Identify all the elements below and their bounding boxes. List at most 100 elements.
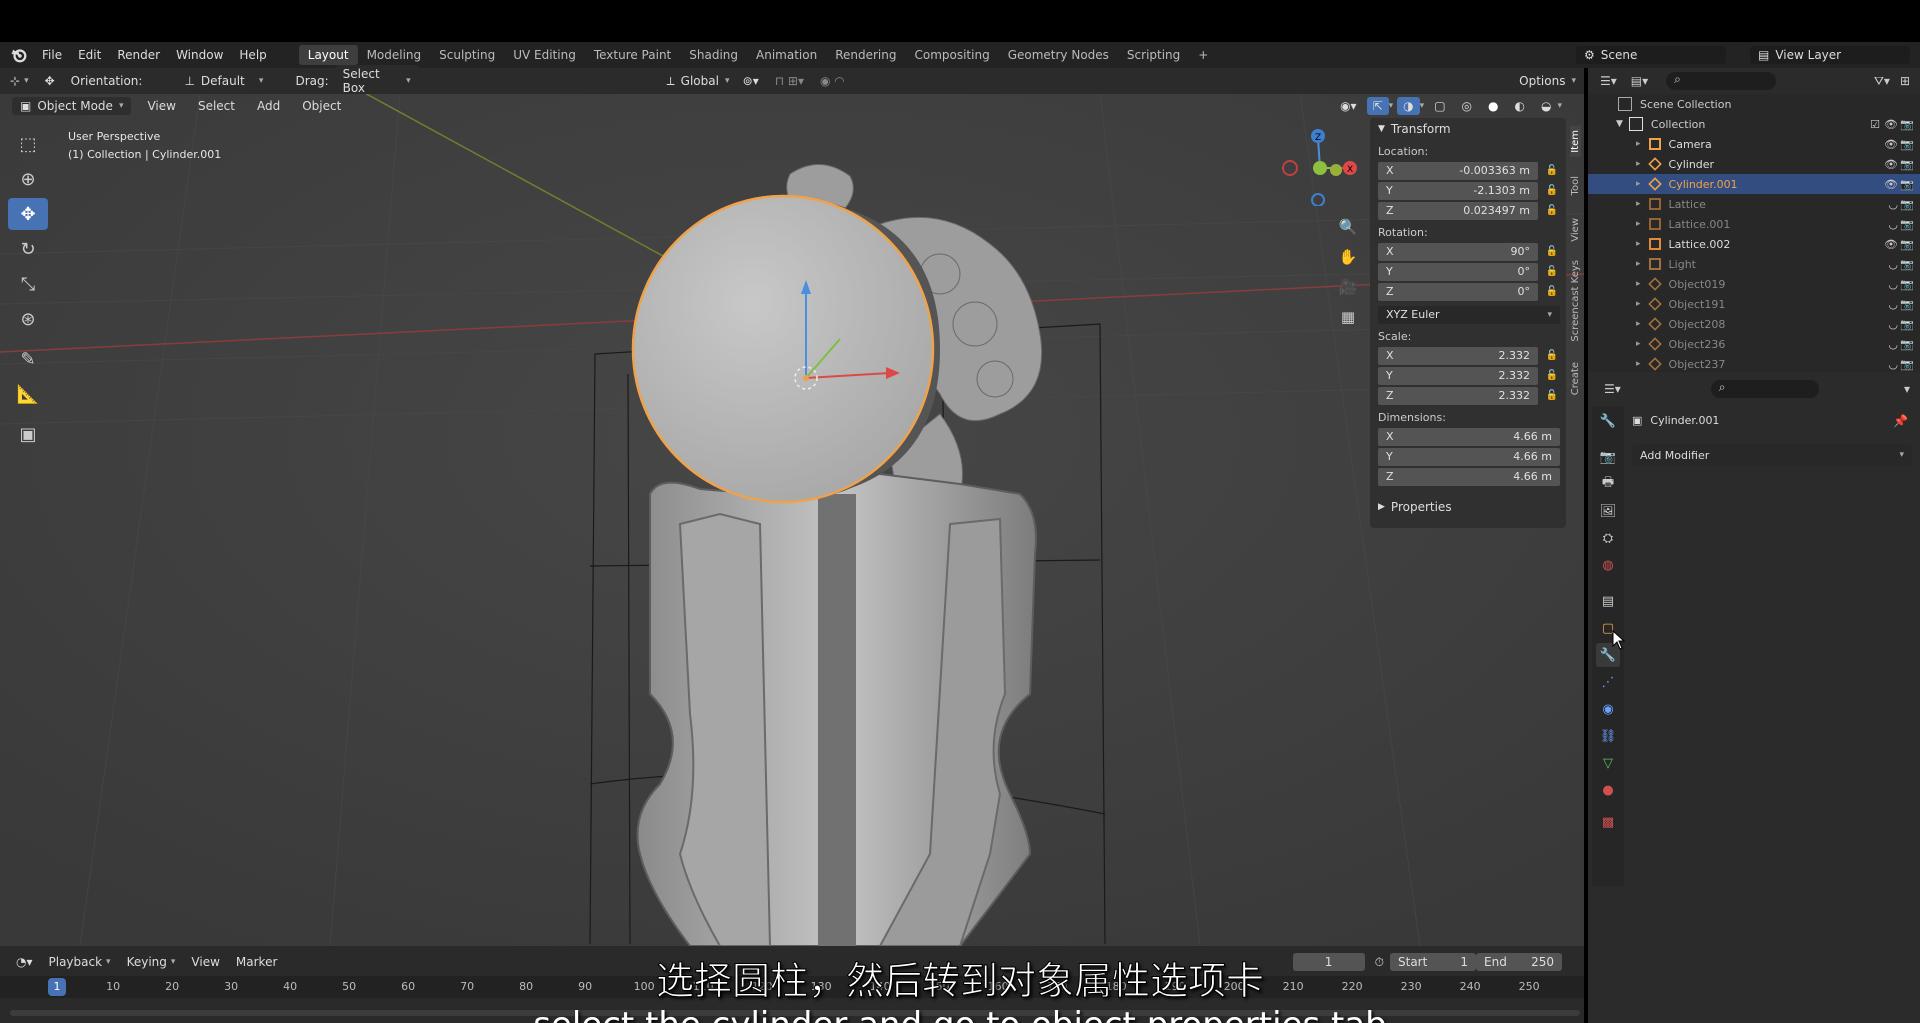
- editor-type-icon[interactable]: ⊹ ▾: [4, 72, 35, 90]
- tool-properties-icon[interactable]: 🔧: [1596, 409, 1620, 433]
- view-layer-selector[interactable]: ▤ View Layer: [1750, 46, 1910, 64]
- collection-properties-icon[interactable]: ▤: [1596, 589, 1620, 613]
- pin-icon[interactable]: 📌: [1893, 414, 1908, 428]
- annotate-tool-icon[interactable]: ✎: [8, 343, 48, 375]
- lock-icon[interactable]: 🔓: [1544, 205, 1560, 216]
- outliner-item[interactable]: ▸ Camera 👁 📷: [1588, 134, 1920, 154]
- physics-properties-icon[interactable]: ◉: [1596, 697, 1620, 721]
- transform-space-dropdown[interactable]: ⟂ Global ▾: [658, 71, 733, 91]
- zoom-icon[interactable]: 🔍: [1334, 212, 1362, 242]
- filter-icon[interactable]: ⛛▾: [1874, 74, 1890, 89]
- expand-arrow-icon[interactable]: ▸: [1636, 359, 1641, 369]
- outliner-item[interactable]: ▸ Lattice ◡ 📷: [1588, 194, 1920, 214]
- camera-render-icon[interactable]: 📷: [1900, 118, 1914, 131]
- navigation-gizmo[interactable]: Z X: [1280, 126, 1360, 207]
- move-tool-icon[interactable]: ✥: [8, 198, 48, 230]
- display-mode-icon[interactable]: ▤▾: [1631, 74, 1648, 88]
- world-properties-icon[interactable]: ◍: [1596, 553, 1620, 577]
- lock-icon[interactable]: 🔓: [1544, 390, 1560, 401]
- expand-arrow-icon[interactable]: ▸: [1636, 279, 1641, 289]
- orientation-dropdown[interactable]: ⊥ Default ▾: [176, 72, 272, 90]
- transform-tool-icon[interactable]: ⊛: [8, 303, 48, 335]
- outliner-item[interactable]: ▸ Object191 ◡ 📷: [1588, 294, 1920, 314]
- lock-icon[interactable]: 🔓: [1544, 350, 1560, 361]
- solid-shading-icon[interactable]: ●: [1482, 97, 1504, 115]
- rendered-shading-icon[interactable]: ◒: [1535, 97, 1557, 115]
- lock-icon[interactable]: 🔓: [1544, 286, 1560, 297]
- rotation-x-field[interactable]: X 90°: [1378, 242, 1538, 261]
- grid-perspective-icon[interactable]: ▦: [1334, 302, 1362, 332]
- scale-tool-icon[interactable]: ⤡: [8, 268, 48, 300]
- select-box-tool-icon[interactable]: ⬚: [8, 128, 48, 160]
- add-cube-tool-icon[interactable]: ▣: [8, 418, 48, 450]
- menu-render[interactable]: Render: [109, 48, 168, 62]
- lock-icon[interactable]: 🔓: [1544, 266, 1560, 277]
- camera-render-icon[interactable]: 📷: [1900, 358, 1914, 371]
- tab-shading[interactable]: Shading: [680, 45, 747, 65]
- tab-layout[interactable]: Layout: [298, 45, 358, 65]
- tab-tool[interactable]: Tool: [1570, 172, 1581, 199]
- expand-arrow-icon[interactable]: ▸: [1636, 139, 1641, 149]
- proportional-edit-icon[interactable]: ◉ ◠: [814, 72, 851, 90]
- camera-render-icon[interactable]: 📷: [1900, 298, 1914, 311]
- camera-render-icon[interactable]: 📷: [1900, 138, 1914, 151]
- tab-rendering[interactable]: Rendering: [826, 45, 905, 65]
- eye-closed-icon[interactable]: ◡: [1888, 338, 1898, 351]
- menu-select[interactable]: Select: [192, 97, 241, 115]
- camera-render-icon[interactable]: 📷: [1900, 198, 1914, 211]
- lock-icon[interactable]: 🔓: [1544, 246, 1560, 257]
- eye-closed-icon[interactable]: ◡: [1888, 258, 1898, 271]
- rotate-tool-icon[interactable]: ↻: [8, 233, 48, 265]
- checkbox-icon[interactable]: ☑: [1870, 118, 1880, 131]
- camera-render-icon[interactable]: 📷: [1900, 278, 1914, 291]
- properties-search[interactable]: ⌕: [1710, 380, 1819, 398]
- xray-icon[interactable]: ▢: [1428, 97, 1451, 115]
- camera-render-icon[interactable]: 📷: [1900, 218, 1914, 231]
- overlay-toggle-icon[interactable]: ◑: [1397, 97, 1420, 115]
- location-y-field[interactable]: Y -2.1303 m: [1378, 181, 1538, 200]
- eye-closed-icon[interactable]: ◡: [1888, 198, 1898, 211]
- tab-create[interactable]: Create: [1570, 358, 1581, 399]
- drag-dropdown[interactable]: Select Box ▾: [334, 65, 419, 97]
- texture-properties-icon[interactable]: ▩: [1596, 810, 1620, 834]
- expand-arrow-icon[interactable]: ▸: [1636, 299, 1641, 309]
- measure-tool-icon[interactable]: 📐: [8, 378, 48, 410]
- camera-view-icon[interactable]: 🎥: [1334, 272, 1362, 302]
- scene-properties-icon[interactable]: ⛭: [1596, 526, 1620, 550]
- menu-add[interactable]: Add: [251, 97, 286, 115]
- outliner-item[interactable]: ▸ Object208 ◡ 📷: [1588, 314, 1920, 334]
- outliner-item[interactable]: ▸ Cylinder.001 👁 📷: [1588, 174, 1920, 194]
- outliner-scene-collection[interactable]: Scene Collection: [1588, 94, 1920, 114]
- location-z-field[interactable]: Z 0.023497 m: [1378, 201, 1538, 220]
- add-modifier-dropdown[interactable]: Add Modifier ▾: [1632, 444, 1912, 466]
- outliner-item[interactable]: ▸ Light ◡ 📷: [1588, 254, 1920, 274]
- camera-render-icon[interactable]: 📷: [1900, 178, 1914, 191]
- expand-arrow-icon[interactable]: ▸: [1636, 199, 1641, 209]
- camera-render-icon[interactable]: 📷: [1900, 258, 1914, 271]
- eye-closed-icon[interactable]: ◡: [1888, 358, 1898, 371]
- tab-modeling[interactable]: Modeling: [358, 45, 431, 65]
- lock-icon[interactable]: 🔓: [1544, 165, 1560, 176]
- tab-animation[interactable]: Animation: [747, 45, 826, 65]
- tab-screencast-keys[interactable]: Screencast Keys: [1570, 256, 1581, 346]
- selected-cylinder[interactable]: [631, 194, 935, 504]
- eye-closed-icon[interactable]: ◡: [1888, 298, 1898, 311]
- gizmo-toggle-icon[interactable]: ⇱: [1366, 97, 1389, 115]
- camera-render-icon[interactable]: 📷: [1900, 338, 1914, 351]
- new-collection-icon[interactable]: ⊞: [1900, 74, 1910, 88]
- constraints-properties-icon[interactable]: ⛓: [1596, 724, 1620, 748]
- properties-editor-icon[interactable]: ☰▾: [1604, 382, 1621, 396]
- eye-icon[interactable]: 👁: [1884, 118, 1898, 131]
- tab-scripting[interactable]: Scripting: [1118, 45, 1189, 65]
- tab-geometry-nodes[interactable]: Geometry Nodes: [999, 45, 1118, 65]
- options-chevron-icon[interactable]: ▾: [1904, 382, 1910, 396]
- tab-compositing[interactable]: Compositing: [905, 45, 998, 65]
- menu-object[interactable]: Object: [296, 97, 347, 115]
- eye-icon[interactable]: 👁: [1884, 138, 1898, 151]
- camera-render-icon[interactable]: 📷: [1900, 238, 1914, 251]
- eye-icon[interactable]: 👁: [1884, 178, 1898, 191]
- expand-arrow-icon[interactable]: ▸: [1636, 179, 1641, 189]
- view-layer-properties-icon[interactable]: 🖼: [1596, 499, 1620, 523]
- transform-panel-header[interactable]: ▼ Transform: [1370, 118, 1566, 140]
- camera-render-icon[interactable]: 📷: [1900, 318, 1914, 331]
